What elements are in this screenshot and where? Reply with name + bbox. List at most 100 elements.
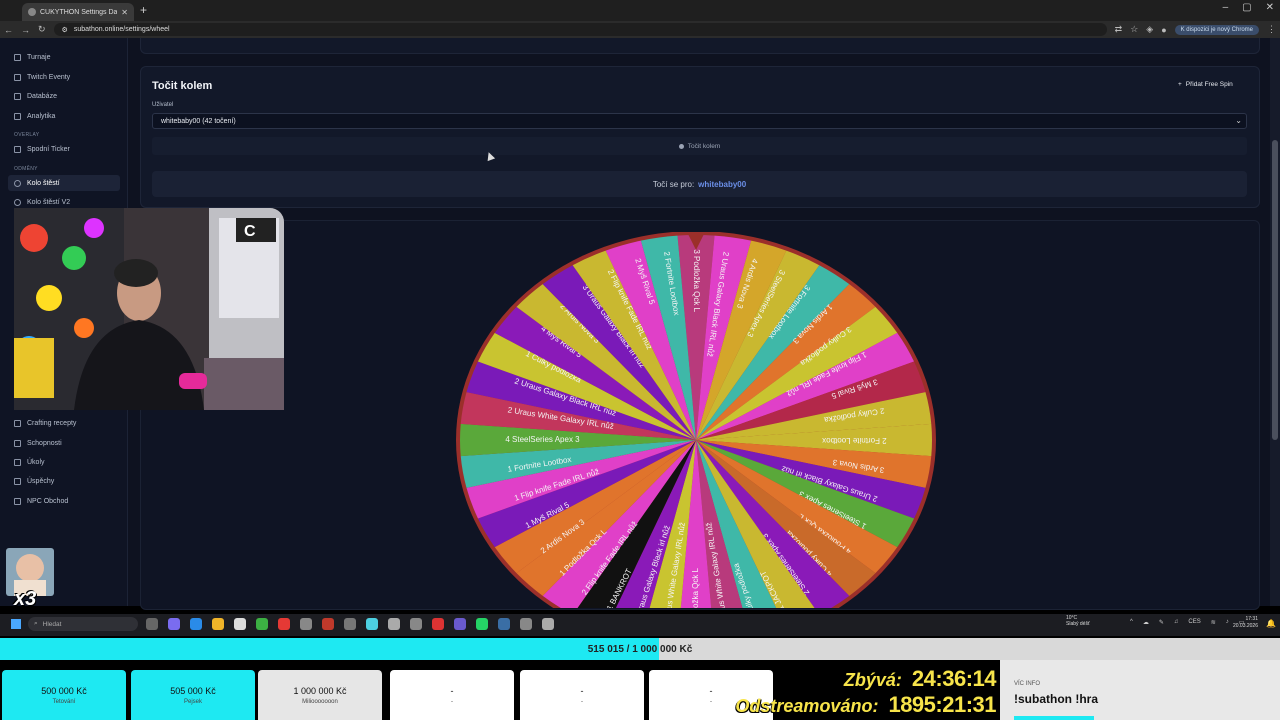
- spin-wheel-button[interactable]: Točit kolem: [152, 137, 1247, 155]
- app-icon[interactable]: [388, 618, 400, 630]
- goal-amount: 1 000 000 Kč: [293, 685, 347, 696]
- search-icon: ⌕: [34, 620, 38, 627]
- sidebar-item-kolo-stesti[interactable]: Kolo štěstí: [8, 175, 120, 191]
- database-icon: [14, 92, 21, 100]
- store-icon[interactable]: [234, 618, 246, 630]
- goal-amount: 505 000 Kč: [170, 685, 216, 696]
- app-icon[interactable]: [542, 618, 554, 630]
- sidebar-item-analytika[interactable]: Analytika: [8, 108, 120, 124]
- add-free-spin-label: Přidat Free Spin: [1185, 81, 1233, 88]
- sidebar-item-twitch-eventy[interactable]: Twitch Eventy: [8, 69, 120, 85]
- cloud-icon[interactable]: ☁: [1143, 619, 1149, 626]
- spin-wheel-label: Točit kolem: [687, 142, 721, 150]
- chrome-update-button[interactable]: K dispozici je nový Chrome: [1174, 24, 1259, 35]
- sidebar-item-crafting-recepty[interactable]: Crafting recepty: [8, 415, 120, 431]
- info-command: !subathon !hra: [1014, 692, 1098, 706]
- url-field[interactable]: ⚙ subathon.online/settings/wheel: [53, 23, 1107, 36]
- task-icon: [14, 458, 21, 466]
- close-window-icon[interactable]: ✕: [1266, 2, 1274, 13]
- goal-card: 500 000 Kč Tetování: [2, 670, 126, 720]
- profile-avatar[interactable]: ●: [1161, 25, 1166, 35]
- sidebar-item-spodni-ticker[interactable]: Spodní Ticker: [8, 141, 120, 157]
- sidebar-group-label: ODMĚNY: [14, 166, 38, 172]
- teams-icon[interactable]: [168, 618, 180, 630]
- close-tab-icon[interactable]: ✕: [121, 8, 128, 17]
- whatsapp-icon[interactable]: [476, 618, 488, 630]
- site-info-icon[interactable]: ⚙: [62, 26, 68, 34]
- reload-icon[interactable]: ↻: [38, 24, 46, 35]
- taskbar-search[interactable]: ⌕ Hledat: [28, 617, 138, 631]
- app-icon[interactable]: [410, 618, 422, 630]
- sidebar-item-label: NPC Obchod: [27, 497, 69, 505]
- translate-icon[interactable]: ⇄: [1115, 24, 1123, 35]
- add-free-spin-button[interactable]: + Přidat Free Spin: [1172, 79, 1239, 90]
- edge-icon[interactable]: [190, 618, 202, 630]
- goal-label: -: [451, 698, 453, 705]
- sidebar-item-databaze[interactable]: Databáze: [8, 88, 120, 104]
- acrobat-icon[interactable]: [278, 618, 290, 630]
- sidebar-item-label: Úspěchy: [27, 477, 55, 485]
- browser-tab[interactable]: CUKYTHON Settings Dashboard ✕: [22, 3, 134, 21]
- sidebar-item-label: Crafting recepty: [27, 419, 77, 427]
- new-tab-icon[interactable]: +: [140, 3, 147, 17]
- start-menu-icon[interactable]: [11, 619, 21, 629]
- maximize-icon[interactable]: ▢: [1242, 2, 1251, 13]
- menu-dots-icon[interactable]: ⋮: [1267, 24, 1276, 35]
- clock-date: 20.03.2026: [1232, 623, 1258, 629]
- user-select-value: whitebaby00 (42 točení): [161, 117, 236, 125]
- notification-icon[interactable]: 🔔: [1266, 619, 1276, 628]
- skill-icon: [14, 439, 21, 447]
- info-panel: [1000, 660, 1280, 720]
- webcam-image: C: [14, 208, 284, 410]
- language-indicator[interactable]: CES: [1188, 619, 1200, 626]
- obs-icon[interactable]: [322, 618, 334, 630]
- svg-text:C: C: [244, 223, 256, 240]
- bookmark-star-icon[interactable]: ☆: [1130, 24, 1138, 35]
- address-bar-row: ← → ↻ ⚙ subathon.online/settings/wheel ⇄…: [0, 21, 1280, 38]
- taskbar-clock[interactable]: 17:31 20.03.2026: [1228, 616, 1258, 630]
- page-scrollbar-thumb[interactable]: [1272, 140, 1278, 440]
- sidebar-item-schopnosti[interactable]: Schopnosti: [8, 435, 120, 451]
- tray-chevron-icon[interactable]: ^: [1130, 619, 1133, 626]
- craft-icon: [14, 419, 21, 427]
- app-icon[interactable]: [432, 618, 444, 630]
- sidebar-item-label: Turnaje: [27, 53, 51, 61]
- app-icon[interactable]: [366, 618, 378, 630]
- goal-label: -: [710, 698, 712, 705]
- task-view-icon[interactable]: [146, 618, 158, 630]
- sidebar-item-npc-obchod[interactable]: NPC Obchod: [8, 493, 120, 509]
- shop-icon: [14, 497, 21, 505]
- back-icon[interactable]: ←: [4, 25, 13, 35]
- card-title: Točit kolem: [152, 80, 213, 92]
- prize-wheel[interactable]: 3 Podložka Qck L2 Uraus Galaxy Black IRL…: [455, 232, 937, 608]
- forward-icon[interactable]: →: [21, 25, 30, 35]
- app-icon[interactable]: [300, 618, 312, 630]
- microphone-icon[interactable]: ♫: [1174, 619, 1179, 626]
- settings-icon[interactable]: [520, 618, 532, 630]
- user-select[interactable]: whitebaby00 (42 točení) ⌄: [152, 113, 1247, 129]
- loading-dot-icon: [678, 143, 684, 149]
- wifi-icon[interactable]: ≋: [1211, 619, 1216, 626]
- goal-card: --: [520, 670, 644, 720]
- minimize-icon[interactable]: –: [1223, 2, 1229, 13]
- discord-icon[interactable]: [454, 618, 466, 630]
- chrome-icon[interactable]: [256, 618, 268, 630]
- wheel-icon: [14, 179, 21, 187]
- weather-widget[interactable]: 10°C Slabý déšť: [1050, 615, 1090, 627]
- file-explorer-icon[interactable]: [212, 618, 224, 630]
- streamed-label: Odstreamováno:: [735, 696, 879, 716]
- tab-title: CUKYTHON Settings Dashboard: [40, 8, 118, 16]
- app-icon[interactable]: [344, 618, 356, 630]
- spinning-for-user: whitebaby00: [698, 179, 747, 189]
- pen-icon[interactable]: ✎: [1159, 619, 1164, 626]
- info-label: VÍC INFO: [1014, 681, 1041, 687]
- sidebar-item-turnaje[interactable]: Turnaje: [8, 49, 120, 65]
- extensions-icon[interactable]: ◈: [1146, 24, 1153, 35]
- sidebar-item-label: Kolo štěstí: [27, 179, 60, 187]
- sidebar-item-uspechy[interactable]: Úspěchy: [8, 473, 120, 489]
- sidebar-item-ukoly[interactable]: Úkoly: [8, 454, 120, 470]
- wheel-segment-label: 2 Podložka Qck L: [691, 567, 700, 608]
- goal-amount: 500 000 Kč: [41, 685, 87, 696]
- steam-icon[interactable]: [498, 618, 510, 630]
- goal-label: Miliooooooon: [302, 698, 338, 705]
